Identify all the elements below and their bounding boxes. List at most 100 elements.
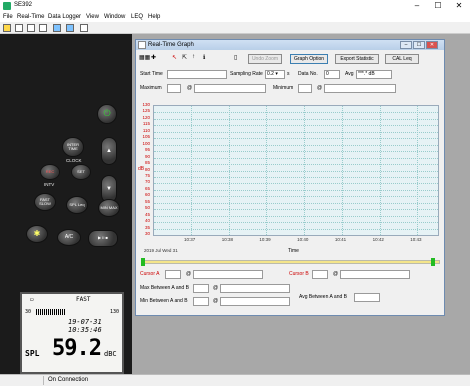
sampling-rate-unit: s	[287, 71, 290, 77]
data-no-field: 0	[324, 70, 340, 79]
maximum-at: @	[187, 85, 193, 91]
intv-label: INTV	[44, 182, 55, 187]
cal-leq-button[interactable]: CAL Leq	[385, 54, 419, 64]
grid-line-horizontal	[154, 183, 438, 185]
min-max-button[interactable]: MIN MAX	[98, 199, 120, 217]
menu-file[interactable]: File	[3, 14, 13, 20]
clear-icon[interactable]: ▯	[234, 54, 237, 61]
menu-data-logger[interactable]: Data Logger	[48, 14, 81, 20]
slider-left-handle[interactable]	[141, 258, 145, 266]
save-icon[interactable]	[15, 24, 23, 32]
main-toolbar	[0, 22, 470, 34]
graph-minimize-icon[interactable]: –	[400, 41, 412, 49]
menu-view[interactable]: View	[86, 14, 99, 20]
clock-label: CLOCK	[66, 158, 82, 163]
y-tick-label: 130	[142, 102, 150, 107]
y-tick-label: 70	[144, 179, 150, 185]
lcd-spl-label: SPL	[25, 349, 40, 358]
battery-icon: ▭	[30, 296, 34, 303]
grid-line-horizontal	[154, 228, 438, 230]
min-between-at: @	[213, 298, 219, 304]
maximum-value-field	[167, 84, 181, 93]
spl-leq-button[interactable]: SPL Leq	[66, 196, 88, 214]
grid-line-vertical	[417, 106, 419, 235]
cursor-b-time-field	[340, 270, 410, 279]
close-icon[interactable]: ✕	[449, 0, 469, 12]
datalogger-icon[interactable]	[66, 24, 74, 32]
grid-line-horizontal	[154, 189, 438, 191]
play-pause-stop-button[interactable]: ▶ II ■	[88, 230, 118, 247]
menu-help[interactable]: Help	[148, 14, 160, 20]
backlight-button[interactable]: ✱	[26, 225, 48, 243]
help-icon[interactable]	[80, 24, 88, 32]
minimize-icon[interactable]: –	[407, 0, 427, 12]
max-between-time-field	[220, 284, 290, 293]
cursor-a-time-field	[193, 270, 263, 279]
pointer-icon[interactable]: ↖	[172, 54, 177, 61]
undo-zoom-button[interactable]: Undo Zoom	[248, 54, 282, 64]
grid-line-horizontal	[154, 125, 438, 127]
cursor-b-tool-icon[interactable]: ↑	[192, 54, 195, 60]
y-tick-label: 60	[144, 192, 150, 198]
minimum-at: @	[317, 85, 323, 91]
graph-close-icon[interactable]: ✕	[426, 41, 438, 49]
max-between-at: @	[213, 285, 219, 291]
export-statistic-button[interactable]: Export Statistic	[335, 54, 379, 64]
fast-slow-button[interactable]: FAST SLOW	[34, 193, 56, 211]
grid-line-horizontal	[154, 176, 438, 178]
grid-line-horizontal	[154, 144, 438, 146]
power-button[interactable]: ⏻	[97, 104, 117, 124]
menu-leq[interactable]: LEQ	[131, 14, 143, 20]
maximize-icon[interactable]: ☐	[428, 0, 448, 12]
graph-option-button[interactable]: Graph Option	[290, 54, 328, 64]
realtime-icon[interactable]	[53, 24, 61, 32]
grid-line-vertical	[341, 106, 343, 235]
time-range-slider[interactable]	[142, 260, 440, 264]
menu-window[interactable]: Window	[104, 14, 125, 20]
rec-button[interactable]: REC	[40, 164, 60, 180]
x-tick-label: 10:37	[184, 237, 196, 242]
y-tick-label: 100	[142, 140, 150, 146]
grid-line-vertical	[228, 106, 230, 235]
grid-line-horizontal	[154, 202, 438, 204]
grid-line-horizontal	[154, 196, 438, 198]
lcd-unit: dBC	[104, 350, 117, 358]
x-tick-label: 10:41	[334, 237, 347, 242]
y-tick-label: 125	[142, 108, 150, 114]
lcd-date: 19-07-31	[68, 318, 102, 326]
x-tick-label: 10:38	[221, 237, 233, 242]
min-between-label: Min Between A and B	[140, 298, 188, 304]
print-icon[interactable]	[27, 24, 35, 32]
menu-real-time[interactable]: Real-Time	[17, 14, 44, 20]
ac-weighting-button[interactable]: A/C	[57, 229, 81, 246]
sampling-rate-select[interactable]: 0.2 ▾	[265, 70, 285, 79]
print-preview-icon[interactable]	[39, 24, 47, 32]
avg-between-label: Avg Between A and B	[299, 294, 348, 300]
x-tick-label: 10:40	[297, 237, 309, 242]
cursor-b-at: @	[333, 271, 339, 277]
y-tick-label: 105	[142, 134, 150, 140]
inter-time-button[interactable]: INTER TIME	[62, 137, 84, 157]
y-tick-label: 85	[144, 160, 150, 166]
cursor-a-label: Cursor A	[140, 271, 160, 277]
cursor-b-value-field	[312, 270, 328, 279]
data-no-label: Data No.	[298, 71, 318, 77]
plot-area[interactable]	[153, 105, 439, 236]
info-icon[interactable]: ℹ	[203, 54, 205, 61]
cursor-a-tool-icon[interactable]: ⇱	[182, 54, 187, 61]
set-button[interactable]: SET	[71, 164, 91, 180]
lcd-mode: FAST	[76, 296, 91, 303]
x-tick-label: 10:39	[259, 237, 271, 242]
slider-right-handle[interactable]	[431, 258, 435, 266]
y-tick-label: 110	[142, 127, 150, 133]
min-between-value-field	[193, 297, 209, 306]
avg-between-field	[354, 293, 380, 302]
start-time-field	[167, 70, 227, 79]
open-folder-icon[interactable]	[3, 24, 11, 32]
date-label: 2019 Jul Wed 31	[144, 248, 178, 253]
graph-maximize-icon[interactable]: ☐	[413, 41, 425, 49]
grid-line-horizontal	[154, 131, 438, 133]
lcd-bargraph	[36, 309, 66, 315]
up-arrow-button[interactable]: ▲	[101, 137, 117, 165]
cursor-a-at: @	[186, 271, 192, 277]
